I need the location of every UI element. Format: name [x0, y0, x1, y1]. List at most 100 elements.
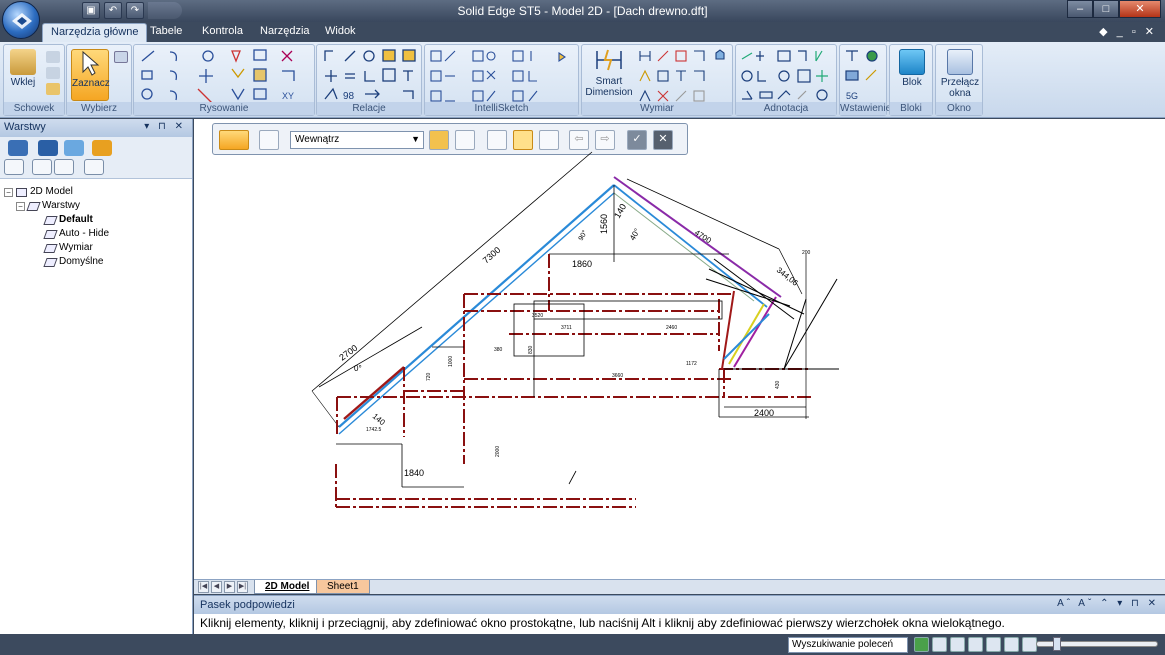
select-tool-icon[interactable]: [114, 51, 128, 63]
collapse-icon[interactable]: −: [4, 187, 13, 197]
hint-panel-controls[interactable]: Aˆ Aˇ ⌃ ▾ ⊓ ✕: [1057, 598, 1159, 609]
layer-icon: [43, 257, 58, 267]
format-painter-icon[interactable]: [46, 83, 60, 95]
zoom-icon[interactable]: [950, 637, 965, 652]
zoom-slider-thumb[interactable]: [1053, 637, 1061, 651]
drawing-canvas[interactable]: Wewnątrz ▼ ⇦ ⇨ ✓ ✕ 7300 2700 1560 140 40…: [194, 119, 1165, 579]
panel-controls[interactable]: ▾ ⊓ ✕: [144, 121, 186, 132]
tree-row-root[interactable]: −2D Model: [4, 185, 188, 199]
first-sheet-icon[interactable]: |◀: [198, 581, 209, 593]
drawing-tools-icon[interactable]: XY: [136, 47, 316, 105]
cut-icon[interactable]: [46, 51, 60, 63]
layer-active-icon: [43, 215, 58, 225]
collapse-icon[interactable]: −: [16, 201, 25, 211]
layer-properties-icon[interactable]: [92, 140, 112, 156]
tab-sheet1[interactable]: Sheet1: [316, 580, 370, 594]
dim-200: 200: [802, 250, 811, 256]
roof-drawing: 7300 2700 1560 140 40° 4700 1860 344,06 …: [311, 151, 839, 508]
command-search-input[interactable]: Wyszukiwanie poleceń: [788, 637, 908, 653]
block-button[interactable]: Blok: [894, 49, 930, 88]
dim-1172: 1172: [686, 361, 697, 367]
group-okno: Przełącz okna Okno: [935, 44, 983, 116]
layer-tool-2-icon[interactable]: [32, 159, 52, 175]
layer-group-icon: [26, 201, 41, 211]
annotation-tools-icon[interactable]: [738, 47, 838, 105]
hint-panel: Pasek podpowiedzi Aˆ Aˇ ⌃ ▾ ⊓ ✕ Kliknij …: [194, 595, 1165, 634]
dim-4700: 4700: [693, 228, 713, 245]
layer-tool-4-icon[interactable]: [84, 159, 104, 175]
intellisketch-tools-icon[interactable]: [427, 47, 580, 105]
layers-toolbar: [0, 137, 192, 179]
insert-tools-icon[interactable]: 5G: [842, 47, 888, 105]
hint-panel-header: Pasek podpowiedzi Aˆ Aˇ ⌃ ▾ ⊓ ✕: [194, 596, 1165, 614]
group-bloki: Blok Bloki: [889, 44, 933, 116]
dim-380: 380: [494, 347, 503, 353]
select-button[interactable]: Zaznacz: [71, 49, 110, 101]
layer-tool-3-icon[interactable]: [54, 159, 74, 175]
paste-button[interactable]: Wklej: [8, 49, 38, 88]
group-wstawienie: 5G Wstawienie: [839, 44, 891, 116]
windows-icon: [947, 49, 973, 75]
window-controls: – □ ✕: [1067, 0, 1161, 18]
pan-icon[interactable]: [968, 637, 983, 652]
dim-430: 430: [775, 380, 781, 389]
dim-40-deg: 40°: [628, 227, 642, 242]
tab-tabele[interactable]: Tabele: [150, 25, 182, 37]
refresh-icon[interactable]: [914, 637, 929, 652]
tree-row-group[interactable]: − Warstwy: [4, 199, 188, 213]
smart-dimension-button[interactable]: Smart Dimension: [584, 47, 634, 98]
next-sheet-icon[interactable]: ▶: [224, 581, 235, 593]
tree-row-layer[interactable]: Wymiar: [4, 241, 188, 255]
zoom-area-icon[interactable]: [932, 637, 947, 652]
layer-icon: [43, 243, 58, 253]
layers-panel: Warstwy ▾ ⊓ ✕ −2D Model − Warstwy Default…: [0, 119, 193, 634]
minimize-icon[interactable]: –: [1067, 0, 1093, 18]
layer-activate-icon[interactable]: [38, 140, 58, 156]
close-icon[interactable]: ✕: [1119, 0, 1161, 18]
dim-2460: 2460: [666, 325, 677, 331]
view-tools: [914, 637, 1037, 652]
layer-icon: [43, 229, 58, 239]
dim-90-deg: 90°: [577, 229, 589, 242]
tree-row-layer[interactable]: Domyślne: [4, 255, 188, 269]
zoom-slider[interactable]: [1036, 637, 1158, 651]
prev-sheet-icon[interactable]: ◀: [211, 581, 222, 593]
tab-narzedzia[interactable]: Narzędzia: [260, 25, 310, 37]
copy-icon[interactable]: [46, 67, 60, 79]
tab-narzedzia-glowne[interactable]: Narzędzia główne: [42, 23, 148, 42]
dimension-tools-icon[interactable]: [636, 47, 732, 105]
fit-icon[interactable]: [986, 637, 1001, 652]
tab-kontrola[interactable]: Kontrola: [202, 25, 243, 37]
dim-830: 830: [528, 345, 534, 354]
layer-show-icon[interactable]: [64, 140, 84, 156]
tab-2d-model[interactable]: 2D Model: [254, 580, 321, 594]
mdi-controls[interactable]: ◆ _ ▫ ✕: [1099, 25, 1157, 38]
svg-text:XY: XY: [282, 91, 294, 101]
ribbon-tab-row: Narzędzia główne Tabele Kontrola Narzędz…: [0, 22, 1165, 42]
last-sheet-icon[interactable]: ▶|: [237, 581, 248, 593]
tree-row-layer[interactable]: Auto - Hide: [4, 227, 188, 241]
smart-dimension-icon: [596, 49, 622, 71]
solid-edge-logo-icon: [12, 13, 32, 29]
tree-row-layer[interactable]: Default: [4, 213, 188, 227]
dim-2400: 2400: [754, 408, 774, 418]
window-title: Solid Edge ST5 - Model 2D - [Dach drewno…: [457, 4, 708, 18]
view-icon[interactable]: [1004, 637, 1019, 652]
relations-tools-icon[interactable]: 98: [319, 47, 423, 105]
layer-tool-1-icon[interactable]: [4, 159, 24, 175]
dim-1860: 1860: [572, 259, 592, 269]
tab-widok[interactable]: Widok: [325, 25, 356, 37]
dim-3711: 3711: [561, 325, 572, 331]
dim-140-bottom: 140: [371, 412, 387, 428]
sheet-tabs-bar: |◀ ◀ ▶ ▶| 2D Model Sheet1: [194, 579, 1165, 594]
dim-7300: 7300: [481, 245, 503, 266]
application-button[interactable]: [2, 1, 40, 39]
dim-344: 344,06: [775, 265, 800, 287]
zoom-out-icon[interactable]: [1022, 637, 1037, 652]
maximize-icon[interactable]: □: [1093, 0, 1119, 18]
switch-windows-button[interactable]: Przełącz okna: [938, 49, 982, 99]
layer-new-icon[interactable]: [8, 140, 28, 156]
dim-1840: 1840: [404, 468, 424, 478]
group-schowek: Wklej Schowek: [3, 44, 65, 116]
group-wymiar: Smart Dimension Wymiar: [581, 44, 733, 116]
